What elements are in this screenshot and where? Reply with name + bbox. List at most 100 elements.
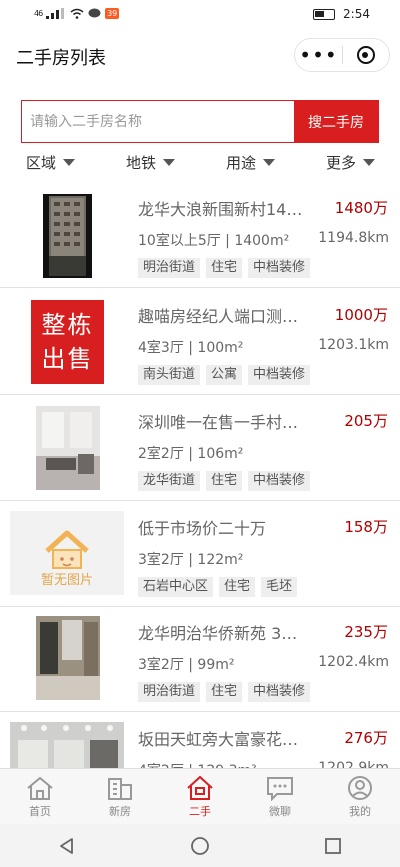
listing-item[interactable]: 深圳唯一在售一手村… 205万 2室2厅 | 106m² 龙华街道 住宅 中档装… [0,395,400,501]
tag: 住宅 [206,258,243,278]
listing-tags: 明治街道 住宅 中档装修 [138,258,311,278]
listing-photo [43,194,92,278]
listing-tags: 龙华街道 住宅 中档装修 [138,471,311,491]
filter-more[interactable]: 更多 [326,152,376,173]
tab-chat[interactable]: 微聊 [240,769,320,824]
listing-price: 158万 [344,516,388,537]
listing-tags: 南头街道 公寓 中档装修 [138,365,311,385]
price-value: 1000 [334,306,373,324]
status-indicators: 46 39 [34,8,120,19]
listing-price: 1000万 [335,304,388,325]
tag: 住宅 [219,577,256,597]
listing-photo-sale-banner: 整栋出售 [31,300,104,384]
tag: 中档装修 [248,365,311,385]
listing-title: 坂田天虹旁大富豪花… [138,730,299,749]
recents-icon[interactable] [323,836,343,856]
tab-label: 微聊 [269,805,291,818]
filter-label: 更多 [326,154,357,172]
listing-photo [36,616,100,700]
tag: 明治街道 [138,682,201,702]
price-unit: 万 [372,412,388,430]
user-icon [348,776,372,800]
filter-label: 地铁 [126,154,157,172]
listing-spec: 10室以上5厅 | 1400m² [138,233,290,249]
caret-down-icon [263,159,276,166]
chat-icon [267,777,293,801]
system-navigation-bar [0,824,400,867]
signal-icon [46,8,65,19]
listing-price: 235万 [344,621,388,642]
price-unit: 万 [372,623,388,641]
tag: 中档装修 [248,682,311,702]
home-circle-icon[interactable] [190,836,210,856]
app-badge: 39 [105,8,120,19]
price-value: 276 [344,729,373,747]
listing-spec: 4室3厅 | 100m² [138,340,244,356]
battery-icon [313,8,336,20]
listing-title: 深圳唯一在售一手村… [138,413,299,432]
search-button[interactable]: 搜二手房 [294,101,378,142]
listing-title: 龙华大浪新围新村14… [138,200,303,219]
tab-label: 新房 [109,805,131,818]
house-icon [187,775,213,800]
listing-title: 趣喵房经纪人端口测… [138,307,299,326]
listing-spec: 3室2厅 | 99m² [138,657,235,673]
listing-item[interactable]: 整栋出售 趣喵房经纪人端口测… 1000万 4室3厅 | 100m² 1203.… [0,289,400,395]
search-bar: 搜二手房 [21,100,379,143]
filter-label: 区域 [26,154,57,172]
listing-item[interactable]: 暂无图片 低于市场价二十万 158万 3室2厅 | 122m² 石岩中心区 住宅… [0,501,400,607]
status-time: 2:54 [343,7,370,21]
tab-profile[interactable]: 我的 [320,769,400,824]
price-unit: 万 [372,518,388,536]
tab-bar: 首页 新房 二手 微聊 我的 [0,768,400,824]
listing-item[interactable]: 龙华明治华侨新苑 3… 235万 3室2厅 | 99m² 1202.4km 明治… [0,606,400,712]
navigation-bar: 二手房列表 ••• [0,32,400,80]
price-value: 235 [344,623,373,641]
price-value: 158 [344,518,373,536]
search-input[interactable] [22,101,294,142]
tag: 住宅 [206,682,243,702]
wifi-icon [70,8,84,19]
tab-label: 二手 [189,805,211,818]
price-value: 205 [344,412,373,430]
listing-tags: 明治街道 住宅 中档装修 [138,682,311,702]
message-icon [88,8,101,18]
filter-metro[interactable]: 地铁 [126,152,176,173]
more-options-icon[interactable]: ••• [295,45,342,65]
tab-second-hand[interactable]: 二手 [160,769,240,824]
tag: 毛坯 [261,577,298,597]
listing-title: 低于市场价二十万 [138,519,267,538]
status-right: 2:54 [313,7,370,21]
page-title: 二手房列表 [16,48,106,69]
listing-price: 1480万 [335,197,388,218]
tab-new-homes[interactable]: 新房 [80,769,160,824]
listing-distance: 1203.1km [318,337,389,353]
caret-down-icon [163,159,176,166]
listing-distance: 1194.8km [318,230,389,246]
close-miniprogram-button[interactable] [343,46,389,64]
home-icon [27,776,53,800]
listing-spec: 2室2厅 | 106m² [138,446,244,462]
miniprogram-capsule: ••• [294,38,390,72]
price-unit: 万 [372,199,388,217]
listing-photo [36,406,100,490]
listing-item[interactable]: 龙华大浪新围新村14… 1480万 10室以上5厅 | 1400m² 1194.… [0,182,400,288]
price-unit: 万 [372,729,388,747]
tag: 住宅 [206,471,243,491]
caret-down-icon [363,159,376,166]
filter-area[interactable]: 区域 [26,152,76,173]
tag: 公寓 [206,365,243,385]
tab-home[interactable]: 首页 [0,769,80,824]
tag: 石岩中心区 [138,577,214,597]
back-icon[interactable] [57,836,77,856]
tab-label: 我的 [349,805,371,818]
tag: 南头街道 [138,365,201,385]
tag: 中档装修 [248,471,311,491]
listing-distance: 1202.4km [318,654,389,670]
network-type: 46 [34,9,43,18]
filter-usage[interactable]: 用途 [226,152,276,173]
price-value: 1480 [334,199,373,217]
target-icon [356,46,375,64]
listing-spec: 3室2厅 | 122m² [138,552,244,568]
listing-tags: 石岩中心区 住宅 毛坯 [138,577,298,597]
